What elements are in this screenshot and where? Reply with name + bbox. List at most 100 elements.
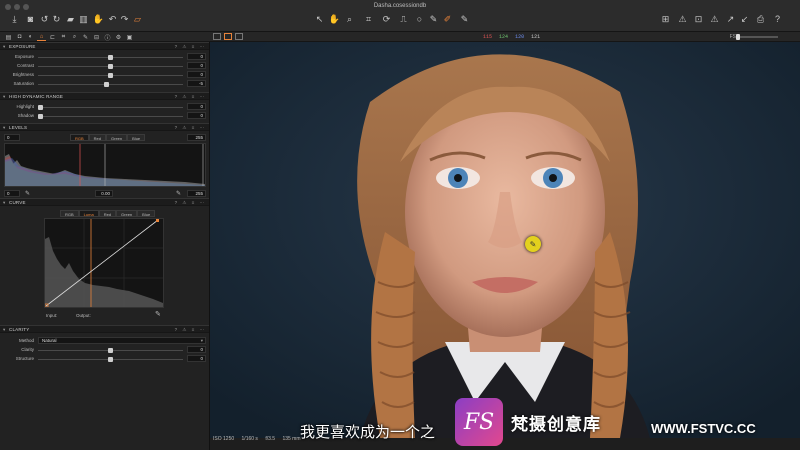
slider-handle[interactable] bbox=[108, 73, 113, 78]
local-icon[interactable]: ⌕ bbox=[70, 33, 79, 41]
brush-icon[interactable]: ✐ bbox=[441, 13, 454, 25]
eraser-icon[interactable]: ✎ bbox=[458, 13, 471, 25]
pan-icon[interactable]: ✋ bbox=[328, 13, 341, 25]
output-icon[interactable]: ⚙ bbox=[114, 33, 123, 41]
redo-icon[interactable]: ↷ bbox=[118, 13, 131, 25]
levels-header[interactable]: ▾ LEVELS ? ⚠ ≡ ⋯ bbox=[0, 123, 209, 131]
levels-output-high[interactable]: 255 bbox=[187, 190, 206, 197]
paste-icon[interactable]: ↙ bbox=[738, 13, 751, 25]
keystone-icon[interactable]: ⎍ bbox=[397, 13, 410, 25]
rotate-right-icon[interactable]: ↻ bbox=[50, 13, 63, 25]
slider-handle[interactable] bbox=[108, 348, 113, 353]
rotate-icon[interactable]: ⟳ bbox=[380, 13, 393, 25]
tool-options-icon[interactable]: ? ⚠ ≡ ⋯ bbox=[175, 200, 206, 206]
collapse-icon[interactable]: ▾ bbox=[3, 125, 5, 131]
slider-value-field[interactable]: 0 bbox=[187, 103, 206, 110]
collapse-icon[interactable]: ▾ bbox=[3, 200, 5, 206]
focus-icon[interactable]: ⊡ bbox=[692, 13, 705, 25]
channel-tab-blue[interactable]: Blue bbox=[127, 134, 146, 141]
exposure-warning-icon[interactable]: ⚠ bbox=[708, 13, 721, 25]
crop-tab-icon[interactable]: ⊏ bbox=[48, 33, 57, 41]
channel-tab-blue[interactable]: Blue bbox=[137, 210, 156, 217]
channel-tab-luma[interactable]: Luma bbox=[78, 210, 99, 217]
picker-icon[interactable]: ✎ bbox=[427, 13, 440, 25]
channel-tab-rgb[interactable]: RGB bbox=[60, 210, 79, 217]
channel-tab-red[interactable]: Red bbox=[98, 210, 117, 217]
slider-value-field[interactable]: 0 bbox=[187, 355, 206, 362]
collapse-icon[interactable]: ▾ bbox=[3, 44, 5, 50]
metadata-icon[interactable]: ⓘ bbox=[103, 33, 112, 42]
grid-icon[interactable]: ⊞ bbox=[659, 13, 672, 25]
zoom-slider[interactable] bbox=[734, 34, 778, 40]
tool-options-icon[interactable]: ? ⚠ ≡ ⋯ bbox=[175, 44, 206, 50]
trash-icon[interactable]: ▥ bbox=[77, 13, 90, 25]
compare-view-icon[interactable] bbox=[235, 33, 243, 40]
curve-picker-icon[interactable]: ✎ bbox=[155, 310, 161, 318]
slider-value-field[interactable]: -5 bbox=[187, 80, 206, 87]
curve-header[interactable]: ▾ CURVE ? ⚠ ≡ ⋯ bbox=[0, 198, 209, 206]
hdr-header[interactable]: ▾ HIGH DYNAMIC RANGE ? ⚠ ≡ ⋯ bbox=[0, 92, 209, 100]
slider-handle[interactable] bbox=[108, 64, 113, 69]
tool-options-icon[interactable]: ? ⚠ ≡ ⋯ bbox=[175, 327, 206, 333]
levels-histogram[interactable] bbox=[4, 143, 206, 187]
batch-icon[interactable]: ▣ bbox=[125, 33, 134, 41]
slider-handle[interactable] bbox=[103, 82, 109, 87]
collapse-icon[interactable]: ▾ bbox=[3, 94, 5, 100]
collapse-icon[interactable]: ▾ bbox=[3, 327, 5, 333]
slider-handle[interactable] bbox=[38, 114, 43, 119]
slider-track[interactable] bbox=[38, 357, 183, 362]
lens-icon[interactable]: ⌂ bbox=[37, 33, 46, 41]
slider-handle[interactable] bbox=[108, 55, 113, 60]
slider-track[interactable] bbox=[38, 348, 183, 353]
slider-handle[interactable] bbox=[108, 357, 113, 362]
help-icon[interactable]: ? bbox=[771, 13, 784, 25]
slider-value-field[interactable]: 0 bbox=[187, 53, 206, 60]
slider-track[interactable] bbox=[38, 114, 183, 119]
eyedropper-white-icon[interactable]: ✎ bbox=[176, 190, 181, 197]
levels-output-low[interactable]: 0 bbox=[4, 190, 20, 197]
clarity-header[interactable]: ▾ CLARITY ? ⚠ ≡ ⋯ bbox=[0, 325, 209, 333]
slider-value-field[interactable]: 0 bbox=[187, 346, 206, 353]
channel-tab-green[interactable]: Green bbox=[106, 134, 128, 141]
slider-value-field[interactable]: 0 bbox=[187, 71, 206, 78]
copy-icon[interactable]: ↗ bbox=[724, 13, 737, 25]
select-icon[interactable]: ↖ bbox=[313, 13, 326, 25]
library-icon[interactable]: ▤ bbox=[4, 33, 13, 41]
slider-track[interactable] bbox=[38, 73, 183, 78]
image-viewer[interactable]: ✎ bbox=[210, 42, 800, 438]
channel-tab-red[interactable]: Red bbox=[88, 134, 107, 141]
tool-options-icon[interactable]: ? ⚠ ≡ ⋯ bbox=[175, 94, 206, 100]
channel-tab-rgb[interactable]: RGB bbox=[70, 134, 89, 141]
slider-value-field[interactable]: 0 bbox=[187, 62, 206, 69]
single-view-icon[interactable] bbox=[213, 33, 221, 40]
levels-midtone[interactable]: 0.00 bbox=[95, 190, 113, 197]
import-icon[interactable]: ⤓ bbox=[8, 13, 21, 25]
hand-icon[interactable]: ✋ bbox=[92, 13, 105, 25]
folder-icon[interactable]: ▰ bbox=[64, 13, 77, 25]
warning-icon[interactable]: ⚠ bbox=[676, 13, 689, 25]
eyedropper-black-icon[interactable]: ✎ bbox=[25, 190, 30, 197]
exposure-icon[interactable]: ◐ bbox=[26, 33, 35, 41]
color-icon[interactable]: ✎ bbox=[81, 33, 90, 41]
method-select[interactable]: Natural ▾ bbox=[38, 337, 206, 344]
slider-value-field[interactable]: 0 bbox=[187, 112, 206, 119]
multi-view-icon[interactable] bbox=[224, 33, 232, 40]
print-icon[interactable]: ⎙ bbox=[754, 13, 767, 25]
process-icon[interactable]: ▱ bbox=[131, 13, 144, 25]
slider-handle[interactable] bbox=[38, 105, 43, 110]
details-icon[interactable]: ⌗ bbox=[59, 33, 68, 41]
curve-graph[interactable] bbox=[44, 218, 164, 308]
slider-track[interactable] bbox=[38, 105, 183, 110]
spot-icon[interactable]: ○ bbox=[413, 13, 426, 25]
crop-icon[interactable]: ⌗ bbox=[362, 13, 375, 25]
tool-options-icon[interactable]: ? ⚠ ≡ ⋯ bbox=[175, 125, 206, 131]
camera-icon[interactable]: ◙ bbox=[24, 13, 37, 25]
exposure-header[interactable]: ▾ EXPOSURE ? ⚠ ≡ ⋯ bbox=[0, 42, 209, 50]
levels-input-high[interactable]: 255 bbox=[187, 134, 206, 141]
slider-track[interactable] bbox=[38, 55, 183, 60]
zoom-icon[interactable]: ⌕ bbox=[343, 13, 356, 25]
slider-track[interactable] bbox=[38, 82, 183, 87]
capture-icon[interactable]: ◘ bbox=[15, 33, 24, 41]
slider-track[interactable] bbox=[38, 64, 183, 69]
adjust-icon[interactable]: ⊟ bbox=[92, 33, 101, 41]
